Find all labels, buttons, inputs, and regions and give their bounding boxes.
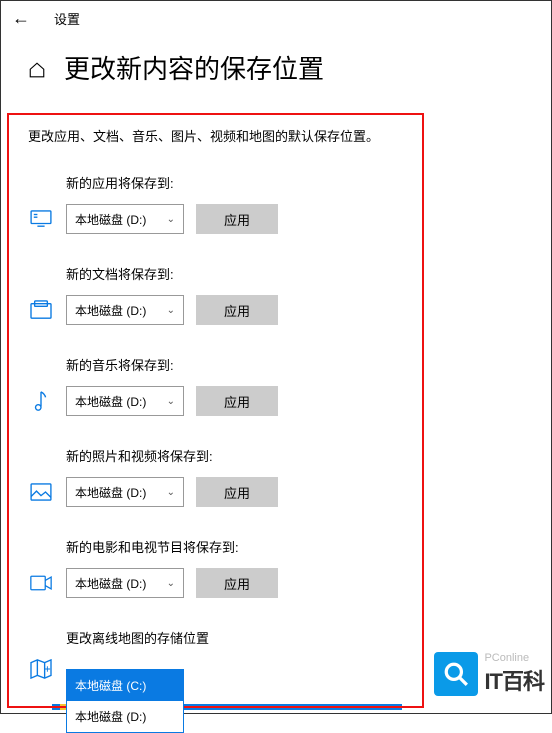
music-drive-value: 本地磁盘 (D:) xyxy=(75,393,146,410)
watermark: PConline IT百科 xyxy=(434,652,544,696)
documents-drive-value: 本地磁盘 (D:) xyxy=(75,302,146,319)
movies-drive-value: 本地磁盘 (D:) xyxy=(75,575,146,592)
photos-drive-value: 本地磁盘 (D:) xyxy=(75,484,146,501)
watermark-icon xyxy=(434,652,478,696)
home-icon[interactable] xyxy=(28,61,46,79)
movies-icon xyxy=(28,575,54,591)
documents-icon xyxy=(28,300,54,320)
chevron-down-icon: ⌄ xyxy=(167,214,175,225)
apps-drive-select[interactable]: 本地磁盘 (D:) ⌄ xyxy=(66,204,184,234)
movies-drive-select[interactable]: 本地磁盘 (D:) ⌄ xyxy=(66,568,184,598)
documents-label: 新的文档将保存到: xyxy=(66,264,524,283)
dropdown-option-c[interactable]: 本地磁盘 (C:) xyxy=(67,670,183,701)
apps-apply-button[interactable]: 应用 xyxy=(196,204,278,234)
settings-breadcrumb[interactable]: 设置 xyxy=(54,9,80,28)
maps-drive-dropdown[interactable]: 本地磁盘 (C:) 本地磁盘 (D:) xyxy=(66,669,184,733)
photos-apply-button[interactable]: 应用 xyxy=(196,477,278,507)
movies-apply-button[interactable]: 应用 xyxy=(196,568,278,598)
apps-drive-value: 本地磁盘 (D:) xyxy=(75,211,146,228)
watermark-title: IT百科 xyxy=(484,664,544,696)
chevron-down-icon: ⌄ xyxy=(167,305,175,316)
music-apply-button[interactable]: 应用 xyxy=(196,386,278,416)
dropdown-option-d[interactable]: 本地磁盘 (D:) xyxy=(67,701,183,732)
music-drive-select[interactable]: 本地磁盘 (D:) ⌄ xyxy=(66,386,184,416)
apps-label: 新的应用将保存到: xyxy=(66,173,524,192)
watermark-brand: PConline xyxy=(484,652,544,664)
chevron-down-icon: ⌄ xyxy=(167,578,175,589)
chevron-down-icon: ⌄ xyxy=(167,487,175,498)
music-label: 新的音乐将保存到: xyxy=(66,355,524,374)
chevron-down-icon: ⌄ xyxy=(167,396,175,407)
apps-icon xyxy=(28,210,54,228)
photos-icon xyxy=(28,483,54,501)
maps-label: 更改离线地图的存储位置 xyxy=(66,628,524,647)
back-icon[interactable]: ← xyxy=(12,8,30,29)
documents-apply-button[interactable]: 应用 xyxy=(196,295,278,325)
documents-drive-select[interactable]: 本地磁盘 (D:) ⌄ xyxy=(66,295,184,325)
movies-label: 新的电影和电视节目将保存到: xyxy=(66,537,524,556)
page-description: 更改应用、文档、音乐、图片、视频和地图的默认保存位置。 xyxy=(28,126,524,145)
music-icon xyxy=(28,390,54,412)
maps-icon xyxy=(28,659,54,679)
photos-drive-select[interactable]: 本地磁盘 (D:) ⌄ xyxy=(66,477,184,507)
page-title: 更改新内容的保存位置 xyxy=(64,49,324,86)
photos-label: 新的照片和视频将保存到: xyxy=(66,446,524,465)
